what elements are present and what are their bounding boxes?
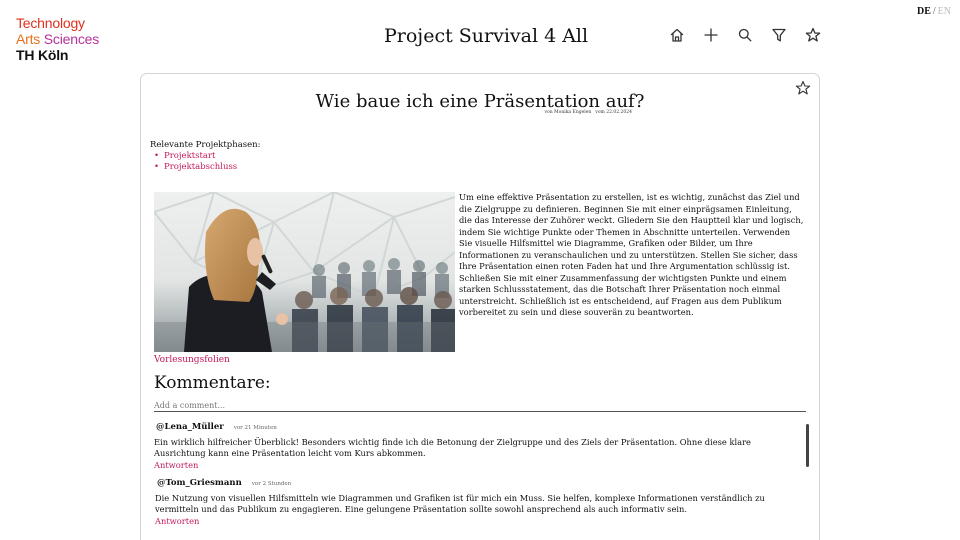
post-body: Um eine effektive Präsentation zu erstel… (459, 192, 804, 317)
plus-icon (704, 28, 718, 42)
phase-link-projektstart[interactable]: Projektstart (164, 151, 215, 161)
filter-icon (772, 28, 786, 42)
comment-header: @Lena_Müller vor 21 Minuten (154, 422, 804, 435)
home-button[interactable] (668, 26, 686, 44)
comment-time: vor 2 Stunden (251, 481, 292, 487)
comment-input[interactable] (154, 400, 806, 412)
post-meta: von Monika Engelen vom 22.02.2024 (540, 110, 632, 115)
search-button[interactable] (736, 26, 754, 44)
lang-separator: / (932, 6, 936, 17)
post-author: von Monika Engelen (544, 110, 592, 115)
post-title: Wie baue ich eine Präsentation auf? (315, 91, 645, 112)
comments-heading: Kommentare: (154, 373, 271, 393)
bullet-icon: • (154, 151, 160, 161)
star-icon (805, 27, 821, 42)
logo-line-sciences: Sciences (43, 31, 100, 47)
home-icon (670, 28, 684, 42)
logo-line-technology: Technology (16, 15, 85, 31)
phases-label: Relevante Projektphasen: (150, 140, 261, 150)
comment-text: Ein wirklich hilfreicher Überblick! Beso… (154, 436, 751, 459)
comment-header: @Tom_Griesmann vor 2 Stunden (155, 478, 804, 491)
reply-button[interactable]: Antworten (155, 516, 804, 528)
comment-text: Die Nutzung von visuellen Hilfsmitteln w… (155, 492, 765, 515)
reply-button[interactable]: Antworten (154, 460, 804, 472)
post-date: vom 22.02.2024 (595, 110, 632, 115)
bullet-icon: • (154, 162, 160, 172)
comment-time: vor 21 Minuten (233, 425, 277, 431)
logo-line-arts: Arts (16, 31, 41, 47)
comment-user[interactable]: @Lena_Müller (156, 422, 224, 434)
comments-scrollbar[interactable] (806, 424, 809, 467)
project-phases: Relevante Projektphasen: • Projektstart •… (150, 140, 261, 173)
comment-item: @Tom_Griesmann vor 2 Stunden Die Nutzung… (154, 478, 804, 527)
phase-item: • Projektabschluss (150, 162, 261, 173)
phase-item: • Projektstart (150, 151, 261, 162)
th-koeln-logo[interactable]: Technology Arts Sciences TH Köln (16, 15, 99, 63)
add-button[interactable] (702, 26, 720, 44)
post-image (154, 192, 455, 352)
lang-en[interactable]: EN (938, 6, 951, 17)
language-switch: DE / EN (917, 6, 951, 17)
phase-link-projektabschluss[interactable]: Projektabschluss (164, 162, 237, 172)
comment-item: @Lena_Müller vor 21 Minuten Ein wirklich… (154, 422, 804, 471)
favorites-button[interactable] (804, 26, 822, 44)
toolbar (668, 26, 822, 44)
comment-user[interactable]: @Tom_Griesmann (157, 478, 242, 490)
post-card: Wie baue ich eine Präsentation auf? von … (140, 73, 820, 540)
lecture-slides-link[interactable]: Vorlesungsfolien (154, 355, 230, 365)
search-icon (738, 28, 752, 42)
filter-button[interactable] (770, 26, 788, 44)
logo-line-th-koeln: TH Köln (16, 47, 69, 63)
lang-de[interactable]: DE (917, 6, 931, 17)
phases-list: • Projektstart • Projektabschluss (150, 151, 261, 173)
app-title: Project Survival 4 All (384, 25, 589, 47)
